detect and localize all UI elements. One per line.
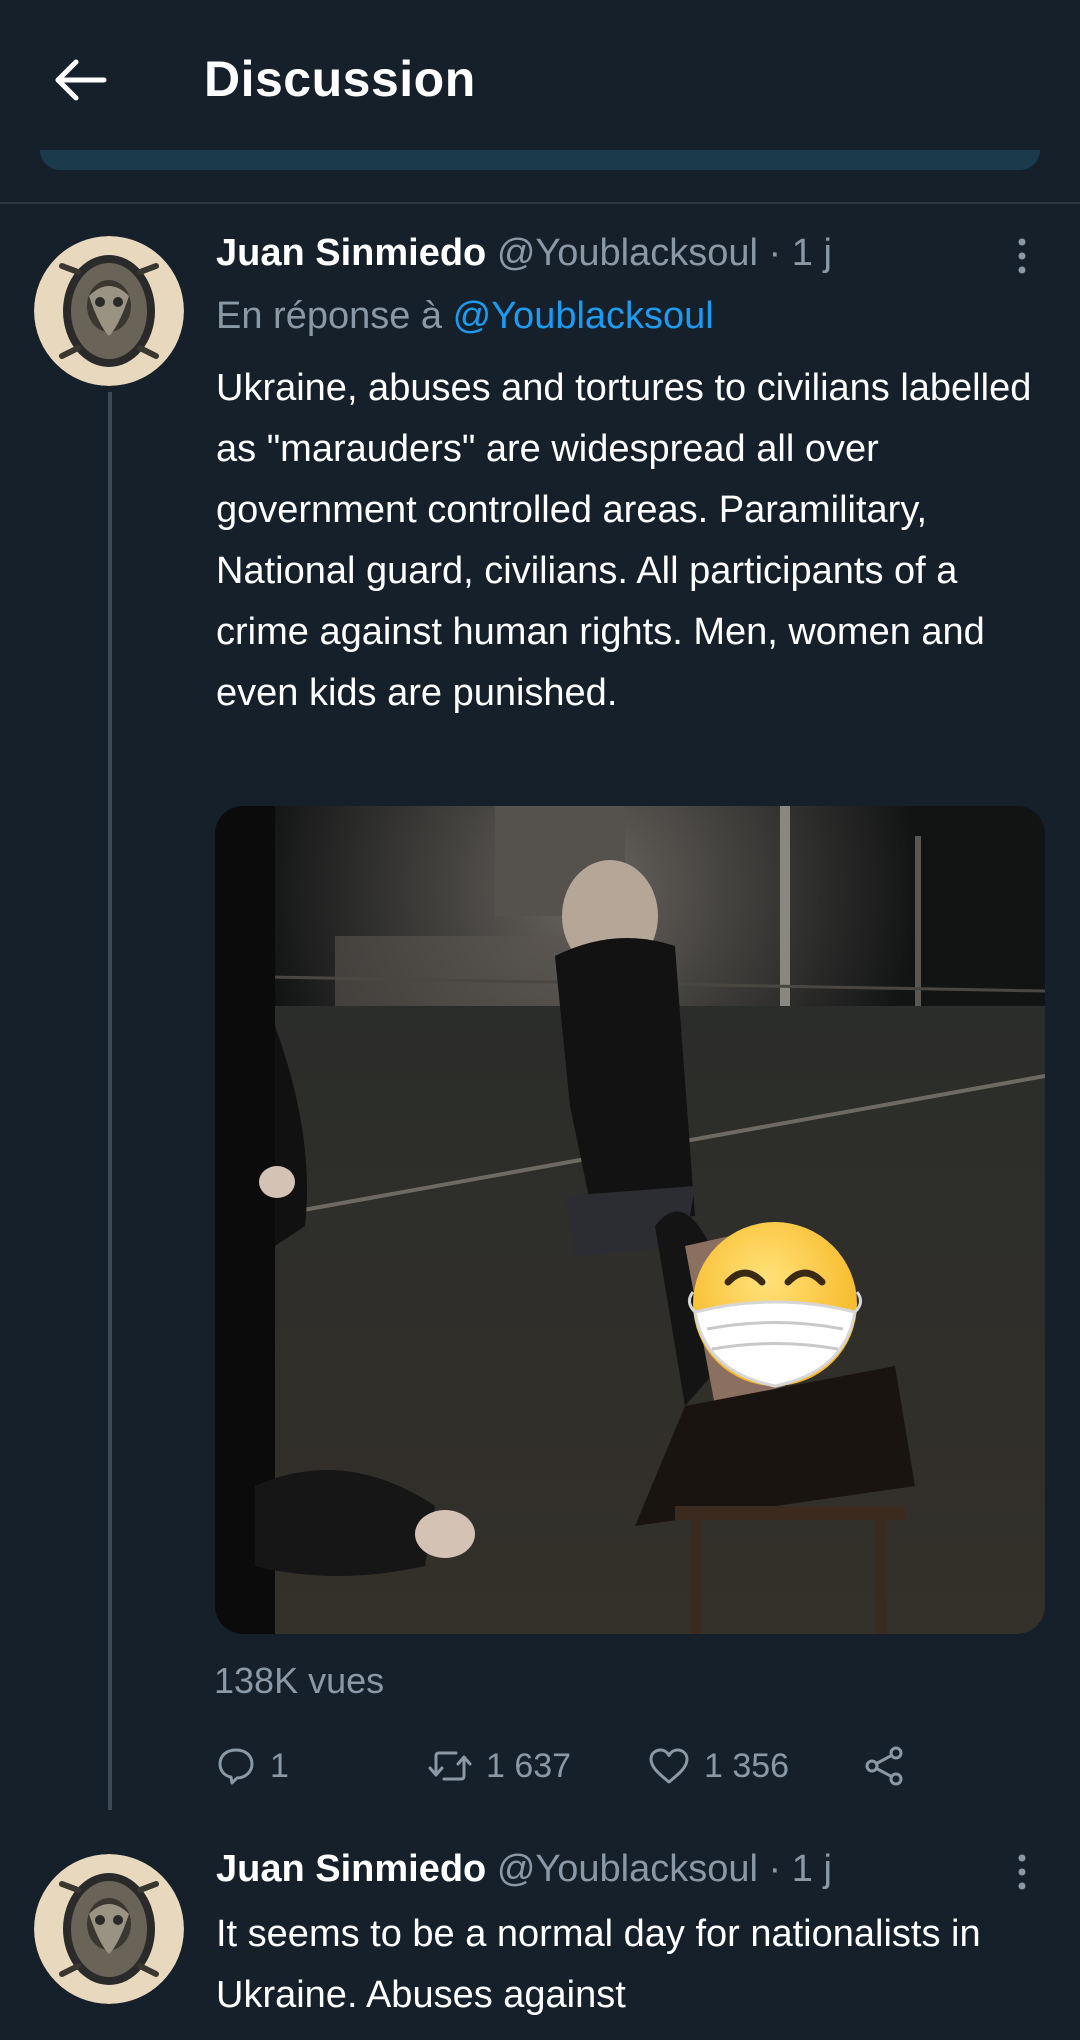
like-count: 1 356 — [704, 1746, 790, 1785]
more-vertical-icon — [1018, 238, 1026, 274]
more-vertical-icon — [1018, 1854, 1026, 1890]
author-handle[interactable]: @Youblacksoul — [497, 232, 758, 274]
page-title: Discussion — [204, 51, 476, 107]
separator-dot: · — [768, 232, 782, 274]
chat-bubble-icon — [218, 1748, 254, 1785]
avatar-emblem-icon — [34, 1854, 184, 2004]
more-options-button[interactable] — [1002, 1842, 1042, 1902]
avatar[interactable] — [34, 1854, 184, 2004]
retweet-count: 1 637 — [486, 1746, 572, 1785]
share-icon — [865, 1746, 903, 1786]
video-thumbnail — [215, 806, 1045, 1634]
reply-prefix: En réponse à — [216, 295, 443, 337]
reply-button[interactable]: 1 — [216, 1738, 289, 1794]
tweet-header: Juan Sinmiedo @Youblacksoul · 1 j — [216, 232, 832, 275]
divider — [0, 202, 1080, 204]
author-handle[interactable]: @Youblacksoul — [497, 1848, 758, 1890]
author-name[interactable]: Juan Sinmiedo — [216, 1848, 486, 1890]
tweet-actions-bar: 1 1 637 1 356 — [216, 1738, 1046, 1794]
top-app-bar: Discussion — [0, 0, 1080, 170]
view-count: 138K vues — [214, 1660, 385, 1701]
share-button[interactable] — [862, 1738, 906, 1794]
heart-icon — [649, 1748, 689, 1784]
tweet-header: Juan Sinmiedo @Youblacksoul · 1 j — [216, 1848, 832, 1891]
more-options-button[interactable] — [1002, 226, 1042, 286]
avatar[interactable] — [34, 236, 184, 386]
retweet-button[interactable]: 1 637 — [428, 1738, 571, 1794]
like-button[interactable]: 1 356 — [648, 1738, 789, 1794]
separator-dot: · — [768, 1848, 782, 1890]
tweet-video[interactable] — [215, 806, 1045, 1634]
author-name[interactable]: Juan Sinmiedo — [216, 232, 486, 274]
tweet-time: 1 j — [791, 1848, 832, 1890]
reply-count: 1 — [270, 1746, 289, 1785]
arrow-left-icon — [55, 59, 107, 101]
back-button[interactable] — [40, 45, 120, 115]
reply-context: En réponse à @Youblacksoul — [216, 295, 714, 338]
tweet-time: 1 j — [791, 232, 832, 274]
thread-connector-line — [108, 392, 112, 1810]
tweet-text: Ukraine, abuses and tortures to civilian… — [216, 367, 1032, 714]
avatar-emblem-icon — [34, 236, 184, 386]
header-bottom-strip — [40, 150, 1040, 170]
reply-handle-link[interactable]: @Youblacksoul — [453, 295, 714, 337]
tweet-text: It seems to be a normal day for national… — [216, 1913, 981, 2016]
retweet-icon — [428, 1751, 472, 1781]
